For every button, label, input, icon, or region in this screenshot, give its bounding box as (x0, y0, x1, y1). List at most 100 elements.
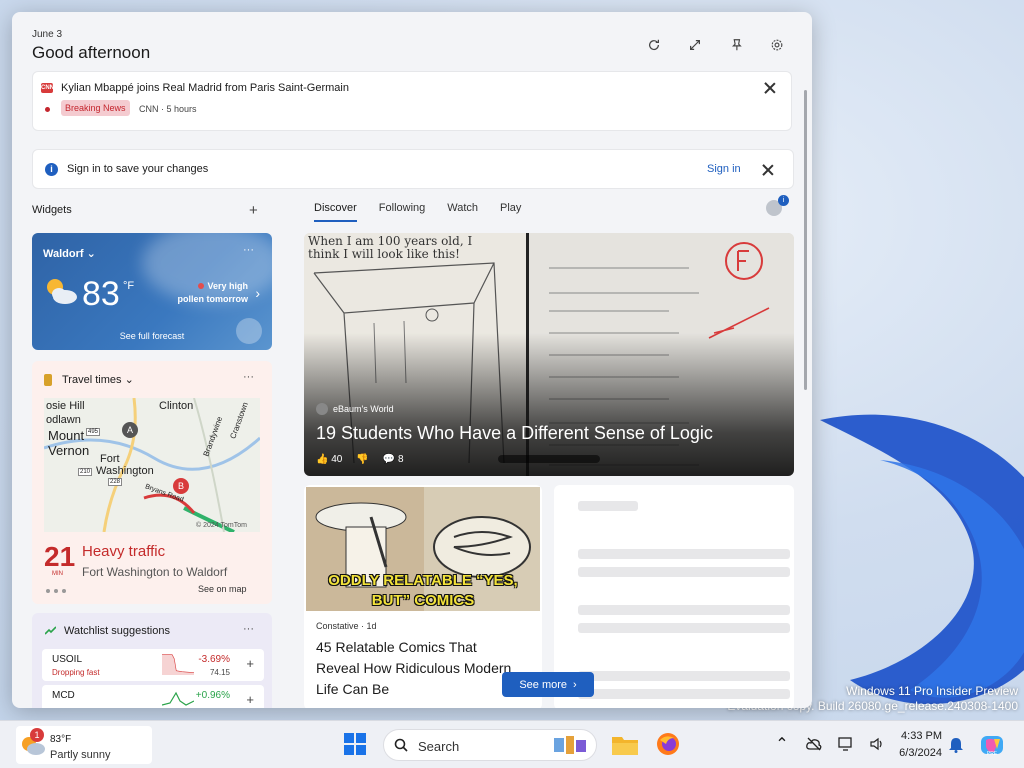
volume-control[interactable] (868, 735, 888, 753)
panel-scrollbar[interactable] (804, 90, 807, 390)
panel-date: June 3 (32, 29, 63, 40)
comment-count: 8 (398, 454, 404, 465)
add-to-watchlist-button[interactable]: + (246, 692, 254, 707)
map-label: odlawn (46, 414, 81, 426)
map-label: Fort (100, 453, 120, 465)
carousel-pager[interactable] (498, 455, 600, 463)
story-source-label: eBaum's World (333, 404, 394, 414)
refresh-icon (649, 39, 659, 51)
tab-discover[interactable]: Discover (314, 202, 357, 222)
traffic-title[interactable]: Travel times ⌄ (62, 373, 134, 386)
story-image: ODDLY RELATABLE “YES, BUT” COMICS (306, 487, 540, 611)
taskbar: 1 83°F Partly sunny Search ⌃ 4:33 PM 6/3… (0, 720, 1024, 768)
copilot-icon[interactable]: PRE (980, 733, 1004, 757)
marker-a-icon: A (122, 422, 138, 438)
close-icon[interactable] (760, 162, 776, 178)
partly-sunny-icon (47, 279, 77, 304)
comments-button[interactable]: 💬 8 (383, 454, 404, 465)
network-status[interactable] (804, 735, 824, 753)
weather-widget[interactable]: Waldorf ⌄ ··· 83 °F Very high pollen tom… (32, 233, 272, 350)
weather-temperature: 83 (82, 275, 120, 313)
like-button[interactable]: 👍 40 (316, 454, 342, 465)
chart-trend-icon (45, 626, 56, 635)
feed-tabs: Discover Following Watch Play (314, 202, 543, 222)
display-settings[interactable] (836, 735, 856, 753)
stock-row[interactable]: MCD +0.96% + (42, 685, 264, 708)
tab-following[interactable]: Following (379, 202, 425, 222)
refresh-button[interactable] (645, 36, 663, 54)
signin-link[interactable]: Sign in (707, 163, 741, 175)
sparkline-chart (162, 654, 194, 675)
pin-button[interactable] (727, 36, 745, 54)
windows-start-icon[interactable] (344, 733, 366, 755)
skeleton-line (578, 605, 790, 615)
weather-mascot-icon (236, 318, 262, 344)
traffic-status: Heavy traffic (82, 543, 166, 560)
add-widget-button[interactable]: + (249, 202, 258, 219)
thumbs-down-icon: 👎 (356, 454, 369, 465)
firefox-icon[interactable] (656, 732, 680, 756)
more-options-button[interactable]: ··· (243, 244, 254, 256)
tab-play[interactable]: Play (500, 202, 521, 222)
like-count: 40 (331, 454, 343, 465)
pollen-line-1: Very high (207, 281, 248, 291)
comic-caption-line-1: ODDLY RELATABLE “YES, (328, 572, 518, 589)
close-icon[interactable] (762, 80, 778, 96)
chevron-up-icon: ⌃ (775, 736, 789, 753)
traffic-title-label: Travel times (62, 374, 122, 386)
story-title[interactable]: 45 Relatable Comics That Reveal How Ridi… (316, 637, 516, 700)
skeleton-line (578, 501, 638, 511)
weather-location[interactable]: Waldorf ⌄ (43, 247, 96, 260)
show-hidden-icons-button[interactable]: ⌃ (772, 735, 792, 753)
pager-dot[interactable] (62, 589, 66, 593)
map-copyright: © 2024 TomTom (196, 522, 247, 529)
tab-watch[interactable]: Watch (447, 202, 478, 222)
pager-dot[interactable] (54, 589, 58, 593)
map-label: Washington (96, 465, 154, 477)
more-options-button[interactable]: ··· (243, 371, 254, 383)
stock-row[interactable]: USOIL Dropping fast -3.69% 74.15 + (42, 649, 264, 681)
taskbar-temperature: 83°F (50, 734, 72, 745)
taskbar-weather-button[interactable]: 1 83°F Partly sunny (16, 726, 152, 764)
featured-story-card[interactable]: When I am 100 years old, I think I will … (304, 233, 794, 476)
marker-b-icon: B (173, 478, 189, 494)
dislike-button[interactable]: 👎 (356, 454, 368, 465)
breaking-news-card[interactable]: CNN Kylian Mbappé joins Real Madrid from… (32, 71, 792, 131)
watchlist-widget[interactable]: Watchlist suggestions ··· USOIL Dropping… (32, 613, 272, 708)
notification-bell-icon[interactable] (948, 737, 964, 753)
traffic-widget[interactable]: Travel times ⌄ ··· osie Hill odlawn Moun… (32, 361, 272, 604)
signin-message: Sign in to save your changes (67, 163, 209, 175)
chevron-right-icon[interactable]: › (255, 285, 260, 301)
weather-location-label: Waldorf (43, 248, 84, 260)
taskbar-clock[interactable]: 4:33 PM 6/3/2024 (890, 728, 942, 762)
add-to-watchlist-button[interactable]: + (246, 656, 254, 671)
taskbar-search-box[interactable]: Search (383, 729, 597, 761)
pin-icon (732, 39, 742, 51)
breaking-headline[interactable]: Kylian Mbappé joins Real Madrid from Par… (61, 82, 349, 94)
traffic-map[interactable]: osie Hill odlawn Mount Vernon Fort Washi… (44, 398, 260, 532)
file-explorer-icon[interactable] (612, 733, 638, 755)
see-more-button[interactable]: See more › (502, 672, 594, 697)
monitor-icon (838, 737, 852, 751)
skeleton-line (578, 549, 790, 559)
carousel-pager[interactable] (46, 589, 66, 593)
road-shield-icon: 210 (78, 468, 93, 476)
publisher-logo-icon (316, 403, 328, 415)
see-on-map-link[interactable]: See on map (198, 584, 247, 594)
gear-icon (771, 39, 783, 51)
skeleton-line (578, 671, 790, 681)
pollen-line-2: pollen tomorrow (177, 294, 249, 304)
settings-button[interactable] (768, 36, 786, 54)
story-title[interactable]: 19 Students Who Have a Different Sense o… (316, 423, 713, 444)
pager-dot[interactable] (46, 589, 50, 593)
road-shield-icon: 228 (108, 478, 123, 486)
clock-time: 4:33 PM (901, 730, 942, 742)
thumbs-up-icon: 👍 (316, 454, 329, 465)
more-options-button[interactable]: ··· (243, 623, 254, 635)
pollen-alert[interactable]: Very high pollen tomorrow (166, 280, 249, 306)
cloud-offline-icon (806, 737, 822, 751)
search-icon (394, 738, 408, 752)
travel-minutes-label: MIN (52, 571, 63, 577)
expand-button[interactable] (686, 36, 704, 54)
panel-header-actions (645, 36, 786, 54)
